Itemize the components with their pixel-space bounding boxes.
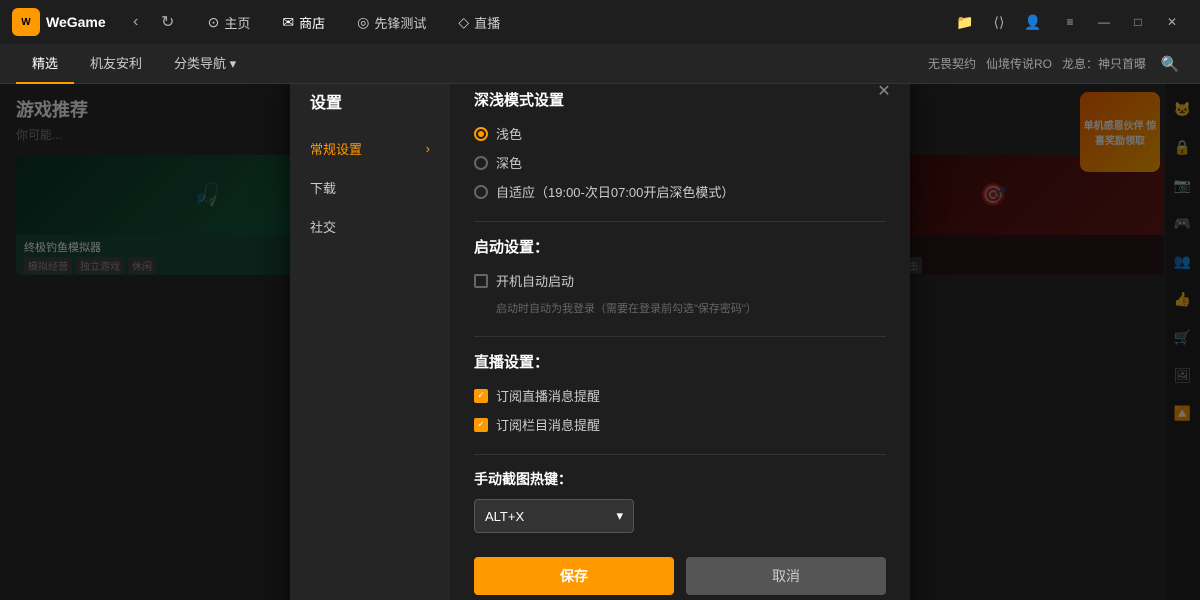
modal-nav-general[interactable]: 常规设置 › bbox=[290, 129, 450, 168]
save-button[interactable]: 保存 bbox=[474, 557, 674, 595]
tab-home[interactable]: ⊙ 主页 bbox=[194, 7, 265, 37]
logo-icon: W bbox=[12, 8, 40, 36]
refresh-button[interactable]: ↻ bbox=[154, 8, 182, 36]
app-logo: W WeGame bbox=[12, 8, 106, 36]
settings-modal: 设置 常规设置 › 下载 社交 ✕ 深浅模式设置 bbox=[290, 84, 910, 600]
modal-nav-social[interactable]: 社交 bbox=[290, 207, 450, 246]
checkbox-autologin-sub: 启动时自动为我登录（需要在登录前勾选"保存密码"） bbox=[496, 300, 886, 316]
tab-shop[interactable]: ✉ 商店 bbox=[268, 7, 339, 37]
dropdown-arrow-icon: ▾ bbox=[616, 508, 623, 524]
hotkey-section-title: 手动截图热键： bbox=[474, 469, 886, 489]
titlebar-right: 📁 ⟨⟩ 👤 bbox=[952, 9, 1046, 35]
cancel-button[interactable]: 取消 bbox=[686, 557, 886, 595]
radio-circle-auto bbox=[474, 185, 488, 199]
nav-controls: ‹ ↻ bbox=[122, 8, 182, 36]
modal-close-button[interactable]: ✕ bbox=[872, 84, 896, 103]
arrow-icon: › bbox=[426, 141, 430, 156]
modal-nav-download[interactable]: 下载 bbox=[290, 168, 450, 207]
titlebar-tabs: ⊙ 主页 ✉ 商店 ◎ 先锋测试 ◇ 直播 bbox=[194, 7, 952, 37]
hotkey-section: 手动截图热键： ALT+X ▾ bbox=[474, 469, 886, 533]
navbar-search: 无畏契约 仙境传说RO 龙息：神只首曝 🔍 bbox=[928, 50, 1184, 78]
user-icon-btn[interactable]: 👤 bbox=[1020, 9, 1046, 35]
search-tag-ragnarok[interactable]: 仙境传说RO bbox=[986, 55, 1052, 72]
modal-sidebar: 设置 常规设置 › 下载 社交 bbox=[290, 84, 450, 600]
minimize-button[interactable]: — bbox=[1088, 8, 1120, 36]
startup-section-title: 启动设置： bbox=[474, 236, 886, 257]
pioneer-icon: ◎ bbox=[357, 14, 369, 31]
checkbox-box-sub-notify: ✓ bbox=[474, 389, 488, 403]
radio-circle-dark bbox=[474, 156, 488, 170]
startup-checkbox-group: 开机自动启动 启动时自动为我登录（需要在登录前勾选"保存密码"） bbox=[474, 271, 886, 316]
checkbox-channel-notify[interactable]: ✓ 订阅栏目消息提醒 bbox=[474, 415, 886, 434]
live-checkbox-group: ✓ 订阅直播消息提醒 ✓ 订阅栏目消息提醒 bbox=[474, 386, 886, 434]
home-icon: ⊙ bbox=[208, 14, 220, 31]
checkbox-sub-notify[interactable]: ✓ 订阅直播消息提醒 bbox=[474, 386, 886, 405]
maximize-button[interactable]: □ bbox=[1122, 8, 1154, 36]
checkbox-box-channel-notify: ✓ bbox=[474, 418, 488, 432]
search-button[interactable]: 🔍 bbox=[1156, 50, 1184, 78]
radio-dark[interactable]: 深色 bbox=[474, 153, 886, 172]
tab-pioneer[interactable]: ◎ 先锋测试 bbox=[343, 7, 440, 37]
hotkey-select[interactable]: ALT+X ▾ bbox=[474, 499, 634, 533]
logo-text: WeGame bbox=[46, 14, 106, 30]
modal-body: ✕ 深浅模式设置 浅色 深色 自适应（19:00-次日07:00开启深色模式） bbox=[450, 84, 910, 600]
live-section-title: 直播设置： bbox=[474, 351, 886, 372]
navbar-item-categories[interactable]: 分类导航 ▾ bbox=[158, 44, 252, 84]
divider-1 bbox=[474, 221, 886, 222]
radio-circle-light bbox=[474, 127, 488, 141]
navbar-item-friends[interactable]: 机友安利 bbox=[74, 44, 158, 84]
search-tag-dragon[interactable]: 龙息：神只首曝 bbox=[1062, 55, 1146, 72]
close-button[interactable]: ✕ bbox=[1156, 8, 1188, 36]
menu-button[interactable]: ≡ bbox=[1054, 8, 1086, 36]
code-icon-btn[interactable]: ⟨⟩ bbox=[986, 9, 1012, 35]
live-icon: ◇ bbox=[458, 14, 469, 31]
radio-light[interactable]: 浅色 bbox=[474, 124, 886, 143]
theme-radio-group: 浅色 深色 自适应（19:00-次日07:00开启深色模式） bbox=[474, 124, 886, 201]
shop-icon: ✉ bbox=[282, 14, 294, 31]
modal-title: 设置 bbox=[290, 89, 450, 129]
window-controls: ≡ — □ ✕ bbox=[1054, 8, 1188, 36]
titlebar: W WeGame ‹ ↻ ⊙ 主页 ✉ 商店 ◎ 先锋测试 ◇ 直播 📁 ⟨⟩ … bbox=[0, 0, 1200, 44]
checkbox-box-autostart bbox=[474, 274, 488, 288]
folder-icon-btn[interactable]: 📁 bbox=[952, 9, 978, 35]
back-button[interactable]: ‹ bbox=[122, 8, 150, 36]
theme-section-title: 深浅模式设置 bbox=[474, 89, 886, 110]
modal-footer: 保存 取消 bbox=[474, 557, 886, 595]
tab-live[interactable]: ◇ 直播 bbox=[444, 7, 514, 37]
radio-auto[interactable]: 自适应（19:00-次日07:00开启深色模式） bbox=[474, 182, 886, 201]
modal-overlay: 设置 常规设置 › 下载 社交 ✕ 深浅模式设置 bbox=[0, 84, 1200, 600]
checkbox-autostart[interactable]: 开机自动启动 bbox=[474, 271, 886, 290]
divider-3 bbox=[474, 454, 886, 455]
search-tag-fearless[interactable]: 无畏契约 bbox=[928, 55, 976, 72]
main-content: 游戏推荐 你可能... 🎣 终极钓鱼模拟器 模拟经营 独立游戏 休闲 🔫 bbox=[0, 84, 1200, 600]
navbar: 精选 机友安利 分类导航 ▾ 无畏契约 仙境传说RO 龙息：神只首曝 🔍 bbox=[0, 44, 1200, 84]
divider-2 bbox=[474, 336, 886, 337]
navbar-item-featured[interactable]: 精选 bbox=[16, 44, 74, 84]
